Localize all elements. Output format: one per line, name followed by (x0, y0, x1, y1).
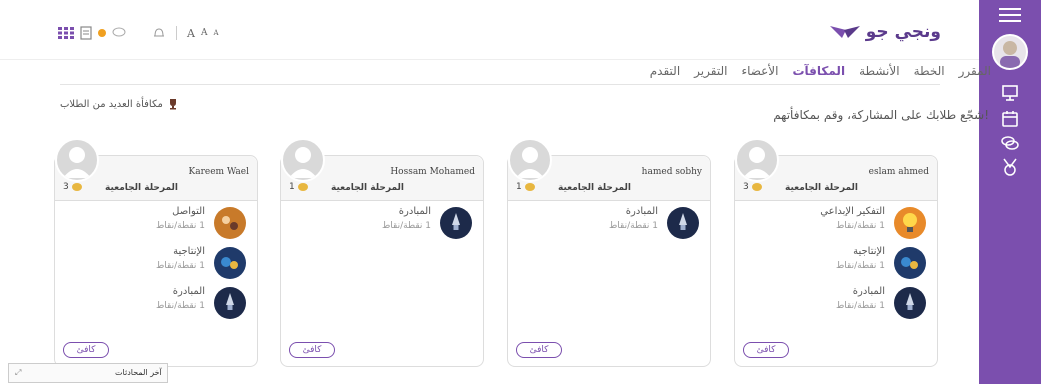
rewards-intro-text: شجّع طلابك على المشاركة، وقم بمكافأتهم! (773, 108, 989, 122)
badge-points: 1 نقطة/نقاط (155, 221, 205, 231)
coin-icon (71, 183, 82, 191)
student-stage: المرحلة الجامعية (558, 183, 631, 193)
coin-icon (751, 183, 762, 191)
tab-members[interactable]: الأعضاء (741, 64, 778, 78)
user-avatar[interactable] (992, 34, 1028, 70)
rocket-badge-icon (894, 287, 926, 319)
gears-badge-icon (214, 247, 246, 279)
reward-many-label: مكافأة العديد من الطلاب (60, 98, 163, 110)
hamburger-menu-icon[interactable] (999, 8, 1021, 26)
badge-points: 1 نقطة/نقاط (381, 221, 431, 231)
student-name: eslam ahmed (868, 167, 929, 177)
student-card: Hossam Mohamed المرحلة الجامعية 1 المباد… (280, 138, 484, 367)
student-card: eslam ahmed المرحلة الجامعية 3 التفكير ا… (734, 138, 938, 367)
trophy-icon (169, 99, 176, 110)
font-size-medium[interactable]: A (201, 28, 208, 38)
tabs-divider (60, 84, 940, 85)
reward-student-button[interactable]: كافئ (63, 342, 109, 358)
student-stage: المرحلة الجامعية (105, 183, 178, 193)
badge-points: 1 نقطة/نقاط (155, 301, 205, 311)
bell-icon[interactable] (152, 26, 166, 40)
medal-icon[interactable] (1001, 158, 1019, 176)
coin-icon (297, 183, 308, 191)
course-tabs: المقرر الخطة الأنشطة المكافآت الأعضاء ال… (650, 64, 991, 78)
communication-badge-icon (214, 207, 246, 239)
apps-grid-icon[interactable] (58, 27, 74, 39)
student-card: hamed sobhy المرحلة الجامعية 1 المبادرة 1… (507, 138, 711, 367)
tab-plan[interactable]: الخطة (914, 64, 945, 78)
rocket-badge-icon (440, 207, 472, 239)
tab-course[interactable]: المقرر (959, 64, 991, 78)
reward-student-button[interactable]: كافئ (289, 342, 335, 358)
calendar-icon[interactable] (1001, 110, 1019, 128)
badge-item: المبادرة 1 نقطة/نقاط (67, 286, 247, 326)
student-avatar (55, 138, 99, 182)
student-stage: المرحلة الجامعية (331, 183, 404, 193)
tab-activities[interactable]: الأنشطة (859, 64, 900, 78)
badge-item: التفكير الإبداعي 1 نقطة/نقاط (747, 206, 927, 246)
badge-name: التواصل (172, 206, 205, 217)
brand-name: ونجي جو (865, 22, 941, 42)
rocket-badge-icon (667, 207, 699, 239)
student-name: Hossam Mohamed (390, 167, 475, 177)
badge-item: الإنتاجية 1 نقطة/نقاط (747, 246, 927, 286)
recent-chats-label: آخر المحادثات (115, 368, 162, 377)
badge-name: المبادرة (852, 286, 885, 297)
recent-chats-bar[interactable]: ⤢ آخر المحادثات (8, 363, 168, 383)
badge-name: المبادرة (172, 286, 205, 297)
tab-progress[interactable]: التقدم (650, 64, 680, 78)
messages-icon[interactable] (1001, 134, 1019, 152)
student-name: Kareem Wael (188, 167, 249, 177)
reward-student-button[interactable]: كافئ (743, 342, 789, 358)
logo-wings-icon (829, 26, 860, 38)
reward-student-button[interactable]: كافئ (516, 342, 562, 358)
expand-icon[interactable]: ⤢ (15, 368, 21, 378)
student-points: 1 (516, 182, 535, 192)
student-avatar (735, 138, 779, 182)
badge-name: الإنتاجية (173, 246, 205, 257)
font-size-small[interactable]: A (213, 29, 218, 37)
badge-name: المبادرة (398, 206, 431, 217)
student-avatar (281, 138, 325, 182)
top-bar: A A A ونجي جو (0, 0, 979, 60)
reward-many-students-link[interactable]: مكافأة العديد من الطلاب (60, 98, 179, 110)
notification-dot-icon (98, 29, 106, 37)
chat-icon[interactable] (112, 27, 126, 39)
right-sidebar (979, 0, 1041, 384)
document-icon[interactable] (80, 26, 92, 40)
badge-name: التفكير الإبداعي (820, 206, 885, 217)
lightbulb-badge-icon (894, 207, 926, 239)
tab-rewards[interactable]: المكافآت (792, 64, 845, 78)
coin-icon (524, 183, 535, 191)
badge-item: المبادرة 1 نقطة/نقاط (747, 286, 927, 326)
presentation-icon[interactable] (1001, 84, 1019, 102)
student-points: 3 (63, 182, 82, 192)
font-size-large[interactable]: A (187, 27, 195, 40)
student-card: Kareem Wael المرحلة الجامعية 3 التواصل 1 … (54, 138, 258, 367)
student-points: 1 (289, 182, 308, 192)
student-stage: المرحلة الجامعية (785, 183, 858, 193)
tab-report[interactable]: التقرير (694, 64, 727, 78)
badge-points: 1 نقطة/نقاط (608, 221, 658, 231)
badge-points: 1 نقطة/نقاط (835, 221, 885, 231)
student-name: hamed sobhy (641, 167, 702, 177)
badge-item: التواصل 1 نقطة/نقاط (67, 206, 247, 246)
badge-points: 1 نقطة/نقاط (835, 301, 885, 311)
brand-logo[interactable]: ونجي جو (828, 22, 941, 42)
toolbar-tools: A A A (58, 26, 219, 40)
badge-points: 1 نقطة/نقاط (835, 261, 885, 271)
gears-badge-icon (894, 247, 926, 279)
badge-name: الإنتاجية (853, 246, 885, 257)
badge-name: المبادرة (625, 206, 658, 217)
rocket-badge-icon (214, 287, 246, 319)
badge-points: 1 نقطة/نقاط (155, 261, 205, 271)
student-avatar (508, 138, 552, 182)
badge-item: المبادرة 1 نقطة/نقاط (520, 206, 700, 246)
badge-item: المبادرة 1 نقطة/نقاط (293, 206, 473, 246)
badge-item: الإنتاجية 1 نقطة/نقاط (67, 246, 247, 286)
student-points: 3 (743, 182, 762, 192)
